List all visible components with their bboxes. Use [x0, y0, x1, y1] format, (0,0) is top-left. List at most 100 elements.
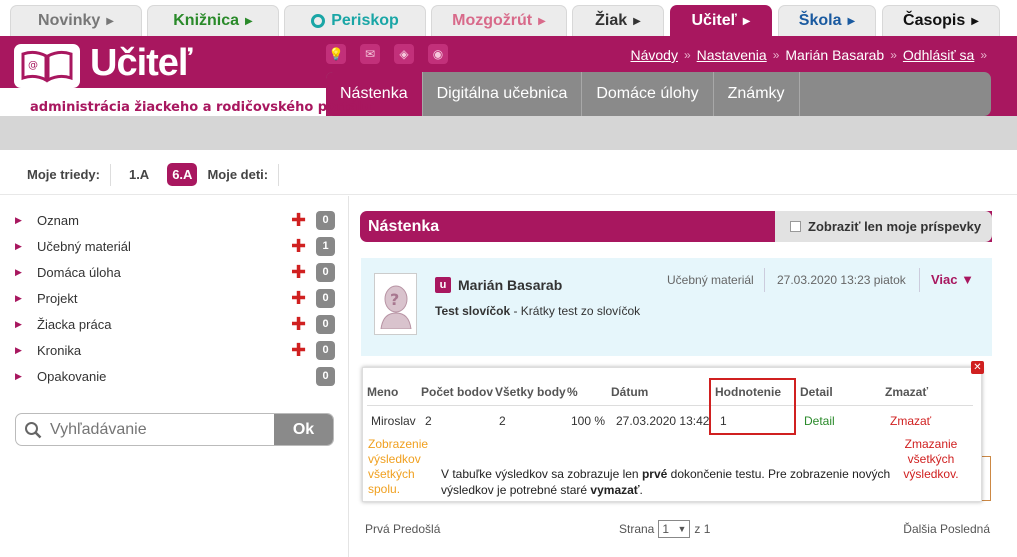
- plus-icon[interactable]: ✚: [291, 237, 306, 255]
- triangle-right-icon: ▶: [15, 370, 22, 381]
- search-box: Ok: [15, 413, 334, 446]
- results-popup: Meno Počet bodov Všetky body % Dátum Hod…: [362, 367, 982, 502]
- tab-kniznica[interactable]: Knižnica ▶: [147, 5, 279, 36]
- cell-points: 2: [425, 414, 432, 428]
- header-gray-bar: [0, 116, 1017, 150]
- tab-periskop[interactable]: Periskop: [284, 5, 426, 36]
- post-more-button[interactable]: Viac ▼: [931, 272, 974, 287]
- arrow-right-icon: ▶: [633, 15, 641, 27]
- bulb-icon[interactable]: 💡: [326, 44, 346, 64]
- periskop-icon: [311, 14, 326, 28]
- pager-first-prev[interactable]: Prvá Predošlá: [365, 522, 440, 536]
- class-selector: Moje triedy: 1.A 6.A Moje deti:: [27, 163, 280, 186]
- count-badge: 0: [316, 366, 335, 386]
- class-1a[interactable]: 1.A: [121, 163, 157, 186]
- sidebar: ▶ Oznam ✚ 0 ▶ Učebný materiál ✚ 1 ▶ Domáca úloh…: [15, 207, 335, 389]
- delete-all-results-link[interactable]: Zmazanie všetkých výsledkov.: [896, 437, 966, 482]
- tab-ziak[interactable]: Žiak ▶: [572, 5, 664, 36]
- tab-label: Novinky: [38, 12, 101, 29]
- search-input[interactable]: [50, 420, 274, 439]
- nastavenia-link[interactable]: Nastavenia: [697, 47, 767, 63]
- col-detail: Detail: [800, 385, 833, 399]
- show-all-results-link[interactable]: Zobrazenie výsledkov všetkých spolu.: [368, 437, 438, 497]
- sidebar-item-projekt[interactable]: ▶ Projekt ✚ 0: [15, 285, 335, 311]
- my-posts-checkbox[interactable]: [790, 221, 801, 232]
- triangle-right-icon: ▶: [15, 318, 22, 329]
- chat-icon[interactable]: ◈: [394, 44, 414, 64]
- delete-link[interactable]: Zmazať: [890, 414, 931, 428]
- logout-link[interactable]: Odhlásiť sa: [903, 47, 974, 63]
- page-select[interactable]: 1 ▼: [658, 520, 691, 538]
- classes-label: Moje triedy:: [27, 167, 100, 182]
- col-delete: Zmazať: [885, 385, 929, 399]
- post-title: Test slovíčok - Krátky test zo slovíčok: [435, 304, 641, 318]
- plus-icon[interactable]: ✚: [291, 315, 306, 333]
- tab-label: Časopis: [903, 12, 966, 29]
- tab-label: Škola: [798, 12, 842, 29]
- tab-mozgozrut[interactable]: Mozgožrút ▶: [431, 5, 567, 36]
- col-points: Počet bodov: [421, 385, 494, 399]
- post-author: Marián Basarab: [458, 277, 563, 293]
- top-links: Návody » Nastavenia » Marián Basarab » O…: [631, 47, 988, 63]
- sidebar-item-ucebny-material[interactable]: ▶ Učebný materiál ✚ 1: [15, 233, 335, 259]
- sidebar-item-ziacka-praca[interactable]: ▶ Žiacka práca ✚ 0: [15, 311, 335, 337]
- pager-next-last[interactable]: Ďalšia Posledná: [903, 522, 990, 536]
- col-date: Dátum: [611, 385, 649, 399]
- close-icon[interactable]: ✕: [971, 361, 984, 374]
- tab-digitalna-ucebnica[interactable]: Digitálna učebnica: [423, 72, 583, 116]
- plus-icon[interactable]: ✚: [291, 341, 306, 359]
- plus-icon[interactable]: ✚: [291, 289, 306, 307]
- tab-znamky[interactable]: Známky: [714, 72, 800, 116]
- search-icon: [16, 421, 50, 439]
- tab-novinky[interactable]: Novinky ▶: [10, 5, 142, 36]
- triangle-right-icon: ▶: [15, 266, 22, 277]
- svg-text:@: @: [28, 60, 38, 71]
- sidebar-item-opakovanie[interactable]: ▶ Opakovanie 0: [15, 363, 335, 389]
- tab-casopis[interactable]: Časopis ▶: [882, 5, 1000, 36]
- tab-label: Knižnica: [173, 12, 240, 29]
- app-title[interactable]: Učiteľ: [90, 42, 193, 85]
- cell-percent: 100 %: [571, 414, 606, 428]
- sidebar-item-oznam[interactable]: ▶ Oznam ✚ 0: [15, 207, 335, 233]
- count-badge: 0: [316, 340, 335, 360]
- user-badge: u: [435, 277, 451, 293]
- my-posts-filter[interactable]: Zobraziť len moje príspevky: [775, 211, 992, 242]
- sidebar-item-kronika[interactable]: ▶ Kronika ✚ 0: [15, 337, 335, 363]
- tab-domace-ulohy[interactable]: Domáce úlohy: [582, 72, 714, 116]
- tab-label: Periskop: [331, 12, 399, 29]
- count-badge: 0: [316, 210, 335, 230]
- arrow-right-icon: ▶: [245, 15, 253, 27]
- tagline: administrácia žiackeho a rodičovského po…: [30, 100, 372, 115]
- col-percent: %: [567, 385, 578, 399]
- cell-name: Miroslav: [371, 414, 416, 428]
- chevron-down-icon: ▼: [677, 524, 687, 534]
- separator-icon: »: [890, 48, 897, 62]
- navody-link[interactable]: Návody: [631, 47, 678, 63]
- arrow-right-icon: ▶: [847, 15, 856, 27]
- board-title: Nástenka: [368, 217, 440, 235]
- triangle-down-icon: ▼: [961, 272, 975, 287]
- tab-ucitel[interactable]: Učiteľ ▶: [670, 5, 772, 36]
- header-icons: 💡 ✉ ◈ ◉: [326, 44, 448, 64]
- plus-icon[interactable]: ✚: [291, 263, 306, 281]
- separator-icon: »: [683, 48, 691, 62]
- mail-icon[interactable]: ✉: [360, 44, 380, 64]
- count-badge: 1: [316, 236, 335, 256]
- page-label: Strana: [619, 522, 655, 536]
- detail-link[interactable]: Detail: [804, 414, 835, 428]
- search-ok-button[interactable]: Ok: [274, 414, 333, 445]
- post-date: 27.03.2020 13:23 piatok: [777, 273, 906, 287]
- broadcast-icon[interactable]: ◉: [428, 44, 448, 64]
- current-user: Marián Basarab: [785, 47, 885, 63]
- plus-icon[interactable]: ✚: [291, 211, 306, 229]
- class-6a[interactable]: 6.A: [167, 163, 198, 186]
- cell-total: 2: [499, 414, 506, 428]
- board-post: ? u Marián Basarab Učebný materiál 27.03…: [361, 258, 992, 356]
- cell-date: 27.03.2020 13:42: [616, 414, 710, 428]
- book-logo-icon[interactable]: @: [14, 44, 80, 88]
- triangle-right-icon: ▶: [15, 214, 22, 225]
- sidebar-item-domaca-uloha[interactable]: ▶ Domáca úloha ✚ 0: [15, 259, 335, 285]
- avatar: ?: [374, 273, 417, 335]
- results-note: V tabuľke výsledkov sa zobrazuje len prv…: [441, 467, 891, 497]
- tab-skola[interactable]: Škola ▶: [778, 5, 876, 36]
